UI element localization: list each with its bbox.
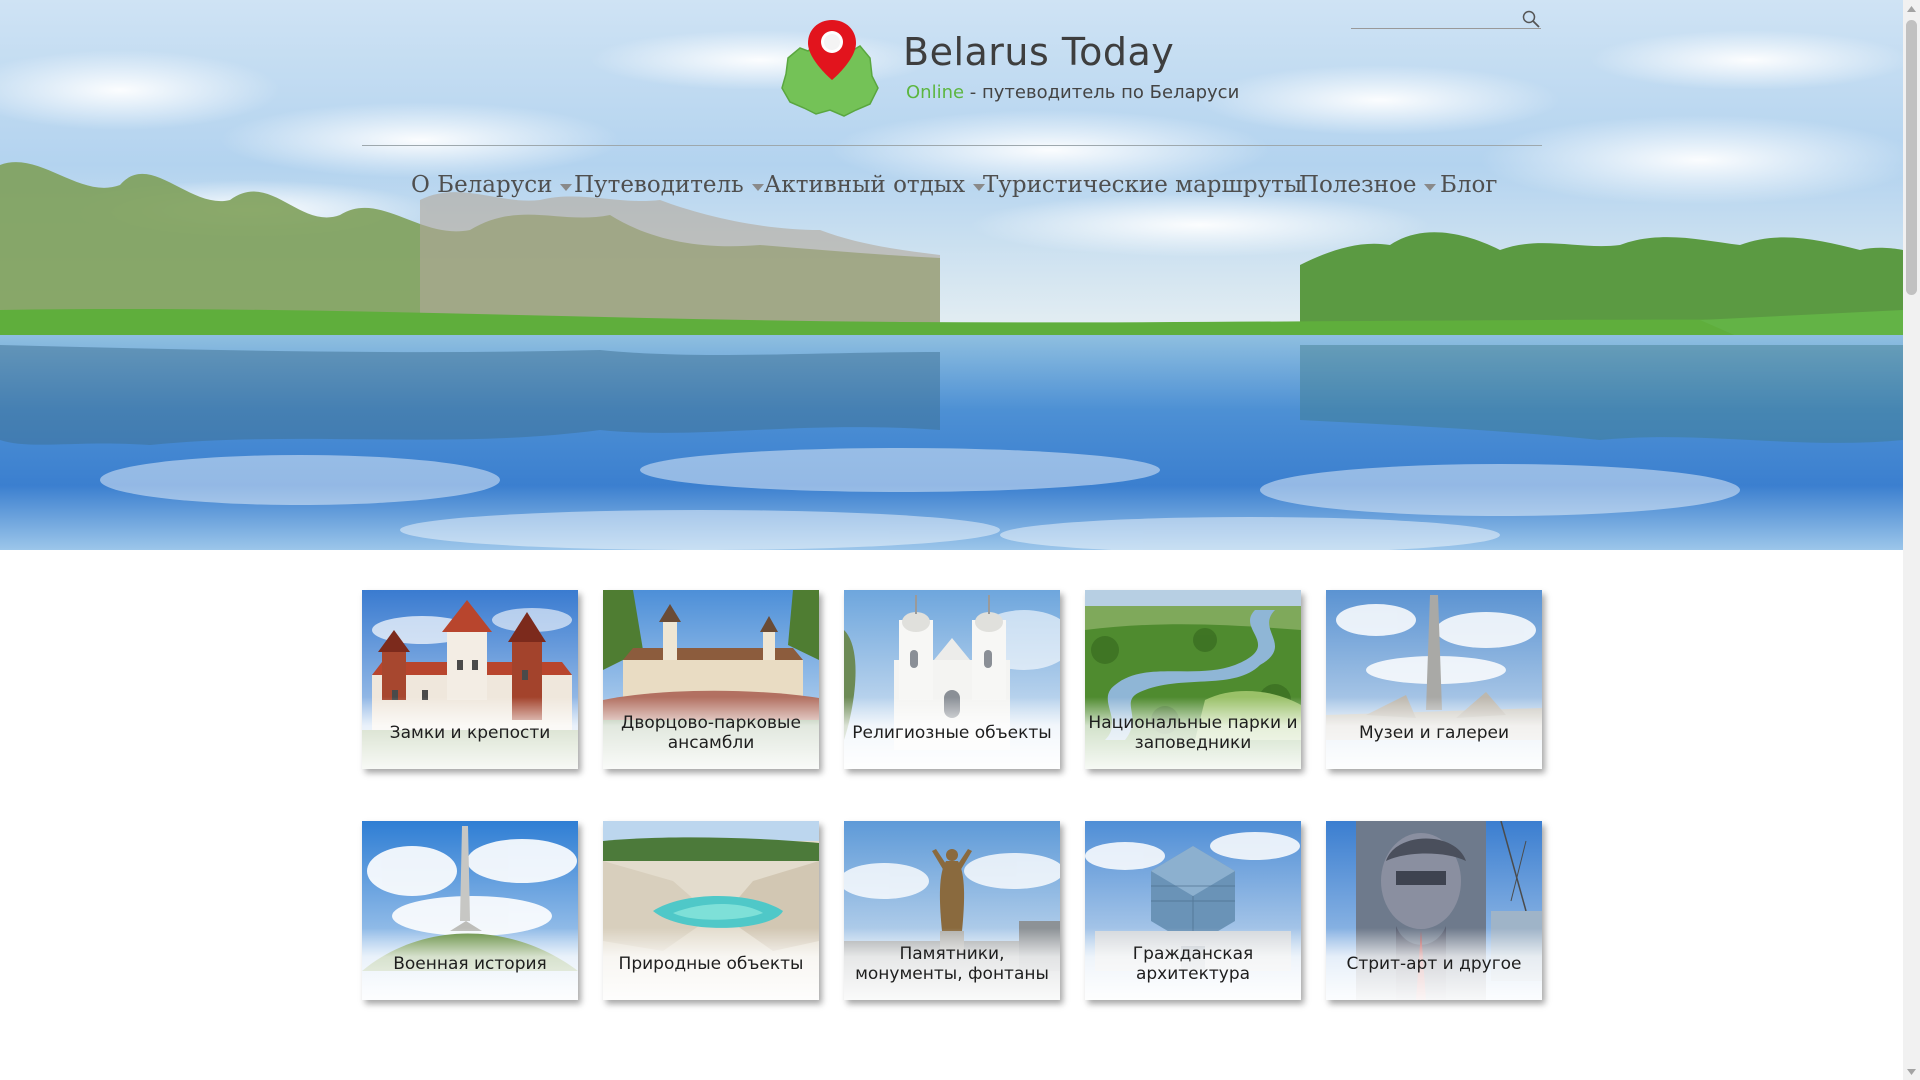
nav-item-active-rest[interactable]: Активный отдых: [764, 172, 986, 198]
nav-item-label: Путеводитель: [574, 172, 744, 198]
page-scrollbar[interactable]: [1903, 0, 1920, 1080]
category-tile-national-parks[interactable]: Национальные парки и заповедники: [1085, 590, 1301, 769]
search-icon[interactable]: [1521, 9, 1541, 29]
nav-item-blog[interactable]: Блог: [1440, 172, 1497, 198]
site-tagline: Online - путеводитель по Беларуси: [906, 82, 1239, 103]
belarus-map-pin-logo[interactable]: [778, 18, 880, 122]
scroll-down-arrow-icon[interactable]: [1903, 1063, 1920, 1080]
category-label: Дворцово-парковые ансамбли: [603, 697, 819, 769]
category-label: Национальные парки и заповедники: [1085, 697, 1301, 769]
tagline-accent: Online: [906, 82, 965, 103]
nav-item-about-belarus[interactable]: О Беларуси: [411, 172, 573, 198]
category-tile-natural-objects[interactable]: Природные объекты: [603, 821, 819, 1000]
category-label: Замки и крепости: [362, 697, 578, 769]
scrollbar-thumb[interactable]: [1906, 20, 1917, 295]
search-box: [1351, 6, 1541, 29]
nav-item-label: Полезное: [1299, 172, 1417, 198]
nav-item-tourist-routes[interactable]: Туристические маршруты: [983, 172, 1302, 198]
tagline-text: - путеводитель по Беларуси: [964, 82, 1240, 103]
category-label: Гражданская архитектура: [1085, 928, 1301, 1000]
category-label: Музеи и галереи: [1326, 697, 1542, 769]
scroll-up-arrow-icon[interactable]: [1903, 0, 1920, 17]
category-label: Памятники, монументы, фонтаны: [844, 928, 1060, 1000]
nav-item-label: Активный отдых: [764, 172, 966, 198]
nav-item-useful[interactable]: Полезное: [1299, 172, 1437, 198]
nav-item-label: Туристические маршруты: [983, 172, 1303, 198]
category-tile-monuments[interactable]: Памятники, монументы, фонтаны: [844, 821, 1060, 1000]
nav-item-guide[interactable]: Путеводитель: [574, 172, 764, 198]
category-label: Стрит-арт и другое: [1326, 928, 1542, 1000]
site-title[interactable]: Belarus Today: [903, 30, 1174, 74]
category-tile-civil-architecture[interactable]: Гражданская архитектура: [1085, 821, 1301, 1000]
category-label: Военная история: [362, 928, 578, 1000]
chevron-down-icon: [1424, 183, 1437, 191]
category-tile-palaces[interactable]: Дворцово-парковые ансамбли: [603, 590, 819, 769]
category-tile-street-art[interactable]: Стрит-арт и другое: [1326, 821, 1542, 1000]
header-divider: [362, 145, 1542, 146]
chevron-down-icon: [751, 183, 764, 191]
search-input[interactable]: [1351, 7, 1520, 28]
category-tile-museums[interactable]: Музеи и галереи: [1326, 590, 1542, 769]
category-tile-military-history[interactable]: Военная история: [362, 821, 578, 1000]
category-tile-religious[interactable]: Религиозные объекты: [844, 590, 1060, 769]
chevron-down-icon: [560, 183, 573, 191]
main-navigation: О Беларуси Путеводитель Активный отдых Т…: [0, 172, 1903, 208]
nav-item-label: О Беларуси: [411, 172, 553, 198]
category-tile-castles[interactable]: Замки и крепости: [362, 590, 578, 769]
category-label: Религиозные объекты: [844, 697, 1060, 769]
nav-item-label: Блог: [1440, 172, 1498, 198]
category-label: Природные объекты: [603, 928, 819, 1000]
